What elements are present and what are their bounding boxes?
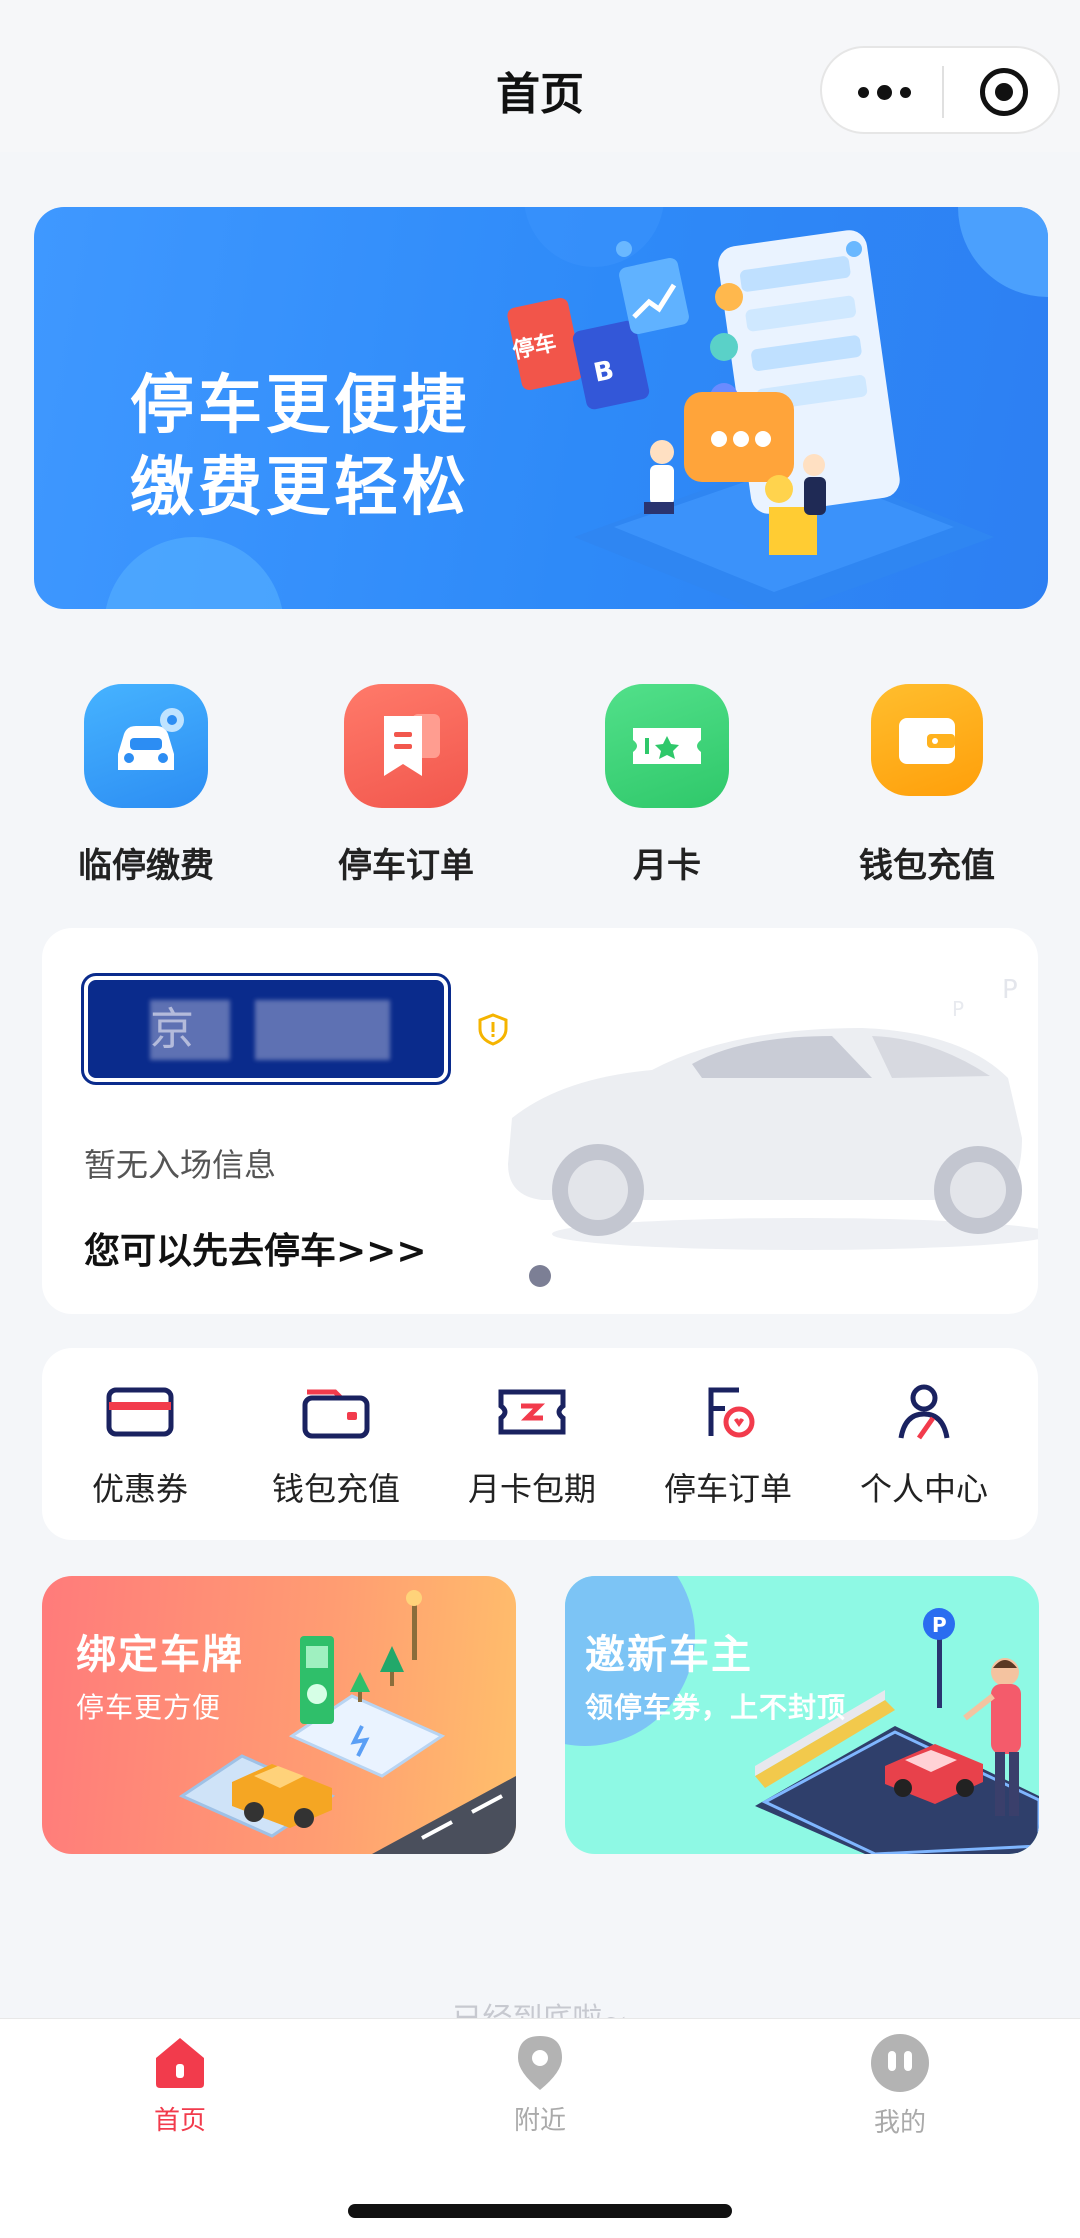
wallet-icon — [871, 684, 983, 796]
shield-icon[interactable] — [476, 1012, 510, 1046]
quick-item-wallet[interactable]: 钱包充值 — [238, 1382, 434, 1510]
car-icon — [84, 684, 208, 808]
grid-label: 停车订单 — [338, 846, 474, 886]
home-icon — [152, 2034, 208, 2090]
grid-item-monthly-card[interactable]: 月卡 — [567, 684, 767, 887]
banner-line-1: 停车更便捷 — [130, 369, 470, 443]
banner-slogan: 停车更便捷 缴费更轻松 — [130, 365, 470, 529]
grid-label: 临停缴费 — [78, 846, 214, 886]
ticket-icon — [605, 684, 729, 808]
close-miniprogram-icon[interactable] — [980, 68, 1028, 116]
tab-home[interactable]: 首页 — [80, 2034, 280, 2137]
tab-label: 附近 — [513, 2106, 566, 2136]
grid-item-wallet-topup[interactable]: 钱包充值 — [827, 684, 1027, 887]
swiper-indicator — [529, 1265, 551, 1287]
banner-line-2: 缴费更轻松 — [130, 451, 470, 525]
entry-status: 暂无入场信息 — [84, 1146, 277, 1184]
plate-mask — [255, 1000, 390, 1060]
svg-text:P: P — [1002, 975, 1018, 1005]
tab-profile[interactable]: 我的 — [800, 2034, 1000, 2139]
user-icon — [889, 1382, 959, 1442]
tab-label: 我的 — [873, 2108, 926, 2138]
promo-invite-owners[interactable]: P 邀新车主 领停车券，上不封顶 — [565, 1576, 1039, 1854]
quick-label: 钱包充值 — [271, 1470, 400, 1508]
quick-item-monthly[interactable]: 月卡包期 — [434, 1382, 630, 1510]
svg-text:P: P — [932, 1613, 947, 1637]
tab-label: 首页 — [153, 2106, 206, 2136]
grid-label: 钱包充值 — [859, 846, 995, 886]
quick-item-orders[interactable]: 停车订单 — [630, 1382, 826, 1510]
home-indicator — [348, 2204, 732, 2218]
grid-label: 月卡 — [633, 846, 701, 886]
profile-icon — [871, 2034, 929, 2092]
wallet-icon — [301, 1382, 371, 1442]
promo-subtitle: 停车更方便 — [76, 1691, 222, 1724]
promo-subtitle: 领停车券，上不封顶 — [585, 1691, 847, 1724]
quick-label: 停车订单 — [663, 1470, 792, 1508]
promo-bind-plate[interactable]: 绑定车牌 停车更方便 — [42, 1576, 516, 1854]
promo-text: 邀新车主 领停车券，上不封顶 — [585, 1622, 846, 1726]
capsule-divider — [942, 66, 944, 118]
coupon-icon — [105, 1382, 175, 1442]
promo-title: 绑定车牌 — [76, 1632, 244, 1678]
quick-item-profile[interactable]: 个人中心 — [826, 1382, 1022, 1510]
plate-mask — [150, 1000, 230, 1060]
ticket-icon — [497, 1382, 567, 1442]
svg-text:P: P — [952, 997, 964, 1021]
location-icon — [512, 2034, 568, 2090]
promo-title: 邀新车主 — [585, 1632, 753, 1678]
receipt-icon — [344, 684, 468, 808]
tab-nearby[interactable]: 附近 — [440, 2034, 640, 2137]
order-icon — [693, 1382, 763, 1442]
grid-item-parking-orders[interactable]: 停车订单 — [306, 684, 506, 887]
quick-label: 月卡包期 — [467, 1470, 596, 1508]
quick-label: 个人中心 — [859, 1470, 988, 1508]
promo-banner[interactable]: 停车 B 停车更便捷 缴费更轻松 — [34, 207, 1048, 609]
miniprogram-capsule — [820, 46, 1060, 134]
quick-label: 优惠券 — [91, 1470, 188, 1508]
quick-item-coupon[interactable]: 优惠券 — [42, 1382, 238, 1510]
promo-text: 绑定车牌 停车更方便 — [76, 1622, 244, 1726]
grid-item-pay-parking[interactable]: 临停缴费 — [46, 684, 246, 887]
go-park-link[interactable]: 您可以先去停车>>> — [84, 1222, 427, 1274]
more-icon[interactable] — [858, 74, 938, 110]
